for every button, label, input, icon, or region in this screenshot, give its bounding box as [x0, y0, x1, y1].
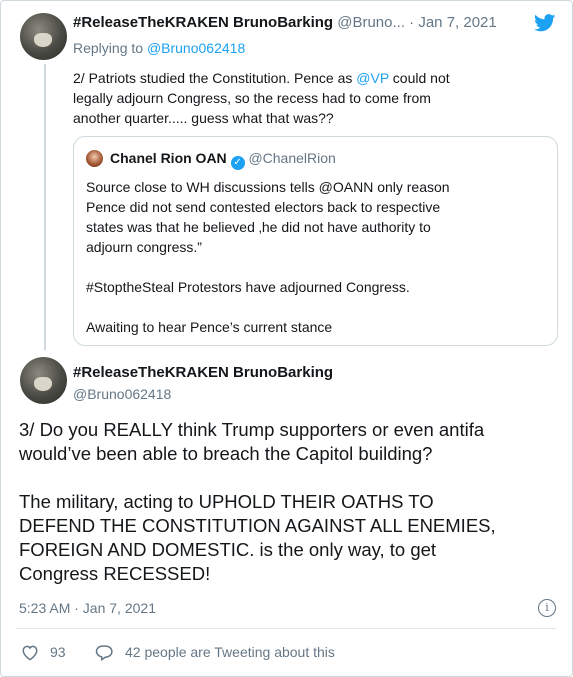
reply-date[interactable]: Jan 7, 2021: [418, 14, 496, 31]
quoted-text-line: states was that he believed ‚he did not …: [86, 219, 431, 235]
reply-display-name[interactable]: #ReleaseTheKRAKEN BrunoBarking: [73, 14, 333, 31]
quoted-avatar[interactable]: [86, 150, 103, 167]
reply-text-part: could not: [388, 70, 450, 86]
quoted-text: Source close to WH discussions tells @OA…: [86, 177, 450, 337]
quoted-text-line: adjourn congress.”: [86, 239, 202, 255]
main-text-line: Congress RECESSED!: [19, 563, 211, 584]
heart-icon[interactable]: [21, 644, 39, 661]
main-display-name[interactable]: #ReleaseTheKRAKEN BrunoBarking: [73, 364, 333, 381]
quoted-text-line: Source close to WH discussions tells @OA…: [86, 179, 450, 195]
reply-separator: ·: [405, 14, 419, 31]
quoted-display-name[interactable]: Chanel Rion OAN: [110, 150, 227, 166]
replying-to: Replying to @Bruno062418: [73, 40, 245, 56]
vp-mention-link[interactable]: @VP: [356, 70, 389, 86]
quoted-header: Chanel Rion OAN ✓ @ChanelRion: [110, 150, 336, 170]
avatar[interactable]: [20, 357, 67, 404]
quoted-text-line: #StoptheSteal Protestors have adjourned …: [86, 279, 410, 295]
reply-text-line: another quarter..... guess what that was…: [73, 110, 334, 126]
verified-badge-icon: ✓: [230, 156, 245, 170]
quoted-text-line: Awaiting to hear Pence’s current stance: [86, 319, 333, 335]
main-text-line: The military, acting to UPHOLD THEIR OAT…: [19, 491, 434, 512]
quoted-tweet-card[interactable]: Chanel Rion OAN ✓ @ChanelRion Source clo…: [73, 136, 558, 346]
info-icon[interactable]: i: [538, 599, 556, 617]
thread-connector-line: [44, 64, 46, 350]
reply-text: 2/ Patriots studied the Constitution. Pe…: [73, 68, 450, 128]
main-text-line: would’ve been able to breach the Capitol…: [19, 443, 433, 464]
main-text-line: 3/ Do you REALLY think Trump supporters …: [19, 419, 485, 440]
tweeting-about-link[interactable]: 42 people are Tweeting about this: [125, 644, 335, 660]
replying-prefix: Replying to: [73, 40, 147, 56]
main-text-line: FOREIGN AND DOMESTIC. is the only way, t…: [19, 539, 437, 560]
main-text-line: DEFEND THE CONSTITUTION AGAINST ALL ENEM…: [19, 515, 496, 536]
quoted-handle[interactable]: @ChanelRion: [248, 150, 335, 166]
quoted-text-line: Pence did not send contested electors ba…: [86, 199, 441, 215]
avatar[interactable]: [20, 13, 67, 60]
comment-bubble-icon[interactable]: [95, 644, 113, 661]
main-tweet-text: 3/ Do you REALLY think Trump supporters …: [19, 418, 496, 586]
reply-text-part: 2/ Patriots studied the Constitution. Pe…: [73, 70, 357, 86]
divider: [16, 628, 556, 629]
reply-handle[interactable]: @Bruno...: [337, 14, 405, 31]
reply-header: #ReleaseTheKRAKEN BrunoBarking @Bruno...…: [73, 14, 497, 31]
like-count[interactable]: 93: [50, 644, 66, 660]
main-handle[interactable]: @Bruno062418: [73, 386, 171, 402]
reply-text-line: legally adjourn Congress, so the recess …: [73, 90, 431, 106]
replying-handle-link[interactable]: @Bruno062418: [147, 40, 245, 56]
tweet-timestamp[interactable]: 5:23 AM · Jan 7, 2021: [19, 600, 156, 616]
twitter-bird-icon[interactable]: [534, 14, 556, 32]
